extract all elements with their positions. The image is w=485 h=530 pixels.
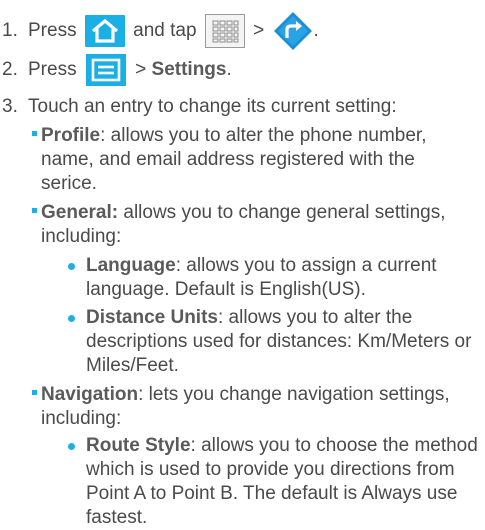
entry-title: Navigation: [41, 384, 139, 405]
distance-units-item: Distance Units: allows you to alter the …: [68, 306, 480, 378]
step-2: 2. Press > Settings.: [2, 54, 232, 86]
step-text: Press: [28, 59, 77, 81]
entry-desc: : lets you change navigation settings,: [138, 384, 450, 405]
item-title: Route Style: [86, 435, 191, 456]
entry-desc-line: including:: [41, 226, 122, 247]
item-desc-line: descriptions used for distances: Km/Mete…: [86, 331, 472, 352]
entry-desc-line: name, and email address registered with …: [41, 149, 415, 170]
applications-grid-icon: [204, 14, 245, 48]
item-desc: : allows you to choose the method: [190, 435, 478, 456]
language-item: Language: allows you to assign a current…: [68, 254, 480, 302]
square-bullet-icon: [32, 208, 37, 214]
navigation-app-icon: [272, 10, 314, 52]
step-text: Press: [28, 20, 77, 42]
item-desc-line: Point A to Point B. The default is Alway…: [86, 483, 458, 504]
item-desc-line: fastest.: [86, 507, 148, 528]
step-number: 3.: [2, 96, 18, 117]
route-style-item: Route Style: allows you to choose the me…: [68, 434, 480, 530]
entry-desc-line: serice.: [41, 173, 97, 194]
step-text: Touch an entry to change its current set…: [28, 96, 397, 117]
home-key-icon: [84, 15, 125, 47]
entry-desc-line: including:: [41, 408, 122, 429]
general-entry: General: allows you to change general se…: [32, 201, 477, 249]
dot-bullet-icon: [68, 315, 75, 322]
entry-desc: allows you to change general settings,: [118, 202, 446, 223]
item-desc: : allows you to alter the: [217, 307, 413, 328]
item-title: Language: [86, 255, 176, 276]
entry-desc: : allows you to alter the phone number,: [100, 125, 427, 146]
step-number: 1.: [2, 20, 18, 42]
square-bullet-icon: [32, 131, 37, 137]
square-bullet-icon: [32, 390, 37, 396]
step-3: 3. Touch an entry to change its current s…: [2, 95, 397, 119]
step-text: and tap: [133, 20, 197, 42]
navigation-entry: Navigation: lets you change navigation s…: [32, 383, 477, 431]
item-desc-line: Miles/Feet.: [86, 355, 179, 376]
item-title: Distance Units: [86, 307, 218, 328]
step-1: 1. Press and tap > .: [2, 10, 319, 52]
item-desc: : allows you to assign a current: [175, 255, 437, 276]
entry-title: General:: [41, 202, 119, 223]
separator: >: [253, 20, 265, 42]
step-end: .: [226, 59, 232, 81]
settings-label: Settings: [151, 59, 227, 81]
menu-key-icon: [85, 54, 126, 86]
step-end: .: [313, 20, 319, 42]
item-desc-line: which is used to provide you directions …: [86, 459, 455, 480]
entry-title: Profile: [41, 125, 101, 146]
dot-bullet-icon: [68, 263, 75, 270]
step-number: 2.: [2, 59, 18, 81]
profile-entry: Profile: allows you to alter the phone n…: [32, 124, 477, 196]
dot-bullet-icon: [68, 443, 75, 450]
item-desc-line: language. Default is English(US).: [86, 279, 366, 300]
separator: >: [129, 59, 152, 81]
